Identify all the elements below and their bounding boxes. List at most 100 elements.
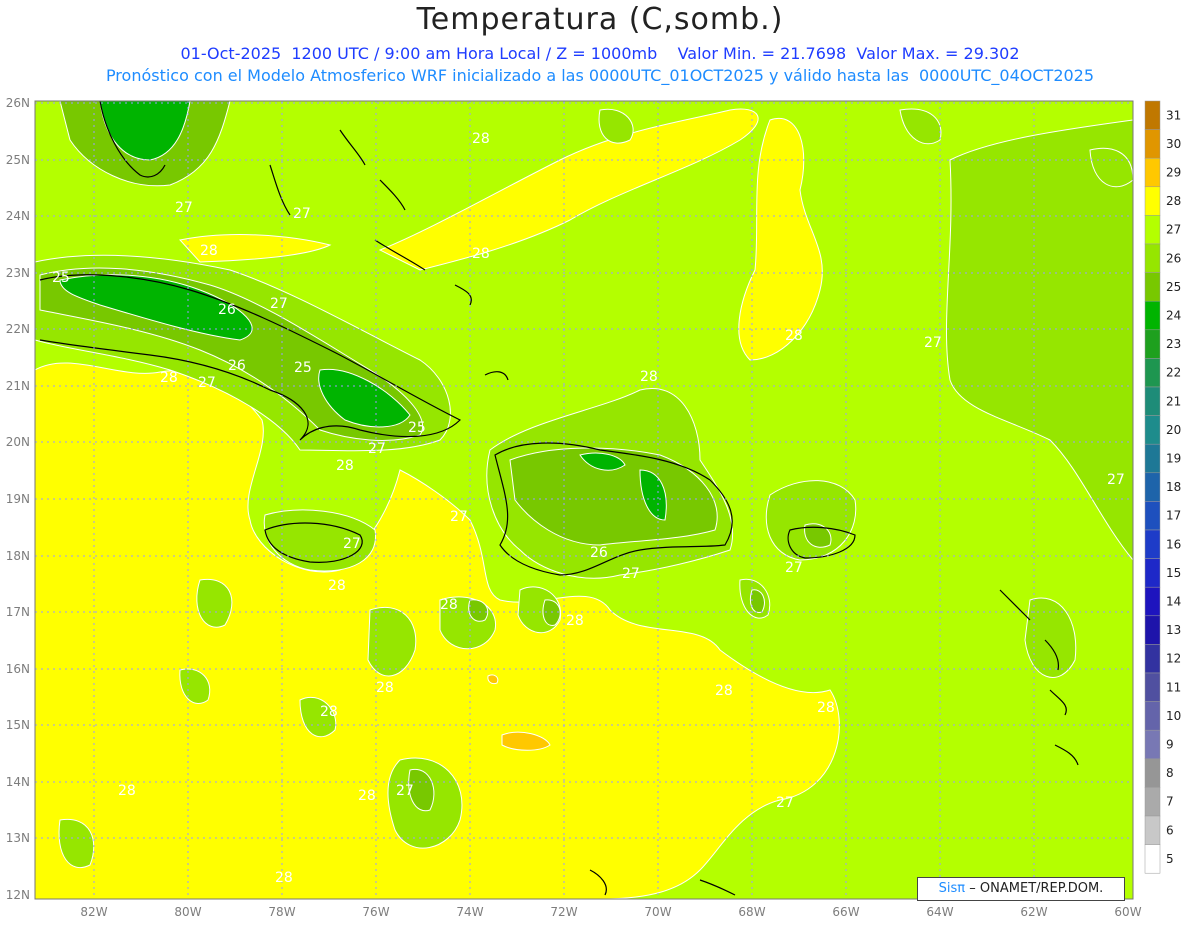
lat-label: 13N [6, 831, 30, 845]
lat-label: 18N [6, 549, 30, 563]
lat-label: 15N [6, 718, 30, 732]
contour-label: 27 [270, 296, 288, 312]
colorbar-label: 17 [1166, 509, 1181, 523]
lon-label: 76W [362, 905, 389, 919]
colorbar-swatch [1144, 215, 1161, 245]
colorbar-label: 24 [1166, 309, 1181, 323]
contour-label: 28 [817, 700, 835, 716]
contour-label: 27 [450, 509, 468, 525]
colorbar-label: 18 [1166, 480, 1181, 494]
map-field: 27 28 28 27 28 25 26 27 28 26 25 27 28 2… [35, 101, 1133, 899]
contour-label: 27 [293, 206, 311, 222]
contour-label: 25 [408, 420, 426, 436]
contour-label: 28 [336, 458, 354, 474]
contour-label: 27 [622, 566, 640, 582]
colorbar-label: 16 [1166, 537, 1181, 551]
contour-label: 26 [218, 302, 236, 318]
lon-label: 66W [832, 905, 859, 919]
contour-label: 27 [368, 441, 386, 457]
contour-label: 27 [924, 335, 942, 351]
colorbar-label: 23 [1166, 337, 1181, 351]
contour-label: 26 [228, 358, 246, 374]
colorbar-swatch [1144, 129, 1161, 159]
colorbar-swatch [1144, 586, 1161, 617]
contour-label: 26 [590, 545, 608, 561]
contour-label: 28 [440, 597, 458, 613]
lat-label: 14N [6, 775, 30, 789]
colorbar-swatch [1144, 443, 1161, 474]
lat-label: 20N [6, 435, 30, 449]
colorbar-swatch [1144, 758, 1161, 788]
colorbar: 31 30 29 28 27 26 25 24 23 22 21 20 19 18 17 16 15 14 13 12… [1144, 100, 1181, 874]
lon-label: 70W [644, 905, 671, 919]
colorbar-label: 9 [1166, 738, 1174, 752]
colorbar-label: 21 [1166, 394, 1181, 408]
colorbar-swatch [1144, 100, 1161, 130]
colorbar-swatch [1144, 529, 1161, 559]
lon-label: 82W [80, 905, 107, 919]
colorbar-swatch [1144, 472, 1161, 502]
colorbar-label: 12 [1166, 652, 1181, 666]
colorbar-swatch [1144, 386, 1161, 416]
contour-label: 28 [200, 243, 218, 259]
colorbar-label: 29 [1166, 166, 1181, 180]
contour-label: 28 [328, 578, 346, 594]
contour-label: 28 [785, 328, 803, 344]
lat-label: 25N [6, 153, 30, 167]
contour-label: 27 [396, 783, 414, 799]
colorbar-swatch [1144, 844, 1161, 874]
colorbar-swatch [1144, 329, 1161, 359]
contour-label: 27 [198, 375, 216, 391]
colorbar-swatch [1144, 186, 1161, 216]
lat-label: 23N [6, 266, 30, 280]
lon-label: 74W [456, 905, 483, 919]
colorbar-swatch [1144, 243, 1161, 273]
lon-label: 68W [738, 905, 765, 919]
contour-label: 28 [358, 788, 376, 804]
field-29-spot-small [487, 674, 499, 685]
lat-label: 17N [6, 605, 30, 619]
lon-label: 78W [268, 905, 295, 919]
colorbar-swatch [1144, 501, 1161, 531]
colorbar-swatch [1144, 358, 1161, 388]
contour-label: 25 [294, 360, 312, 376]
lat-label: 22N [6, 322, 30, 336]
contour-label: 28 [472, 246, 490, 262]
contour-label: 28 [160, 370, 178, 386]
colorbar-swatch [1144, 415, 1161, 445]
contour-label: 28 [472, 131, 490, 147]
contour-label: 28 [376, 680, 394, 696]
contour-label: 28 [566, 613, 584, 629]
colorbar-swatch [1144, 729, 1161, 760]
lat-label: 19N [6, 492, 30, 506]
longitude-labels: 82W 80W 78W 76W 74W 72W 70W 68W 66W 64W … [80, 905, 1141, 919]
contour-label: 27 [1107, 472, 1125, 488]
colorbar-label: 15 [1166, 566, 1181, 580]
contour-label: 27 [343, 536, 361, 552]
colorbar-label: 26 [1166, 251, 1181, 265]
contour-label: 28 [320, 704, 338, 720]
contour-label: 27 [785, 560, 803, 576]
lon-label: 62W [1020, 905, 1047, 919]
colorbar-swatch [1144, 672, 1161, 702]
colorbar-label: 25 [1166, 280, 1181, 294]
colorbar-label: 8 [1166, 766, 1174, 780]
colorbar-swatch [1144, 157, 1161, 188]
colorbar-swatch [1144, 815, 1161, 845]
colorbar-swatch [1144, 701, 1161, 731]
contour-label: 28 [640, 369, 658, 385]
colorbar-swatch [1144, 272, 1161, 302]
colorbar-swatch [1144, 615, 1161, 645]
temperature-map: 27 28 28 27 28 25 26 27 28 26 25 27 28 2… [6, 96, 1182, 919]
colorbar-label: 27 [1166, 223, 1181, 237]
lon-label: 72W [550, 905, 577, 919]
credit-text: – ONAMET/REP.DOM. [969, 881, 1104, 896]
lat-label: 24N [6, 209, 30, 223]
colorbar-label: 19 [1166, 452, 1181, 466]
contour-label: 28 [715, 683, 733, 699]
lat-label: 12N [6, 888, 30, 902]
contour-label: 25 [52, 270, 70, 286]
lon-label: 80W [174, 905, 201, 919]
colorbar-label: 6 [1166, 823, 1174, 837]
contour-label: 28 [118, 783, 136, 799]
